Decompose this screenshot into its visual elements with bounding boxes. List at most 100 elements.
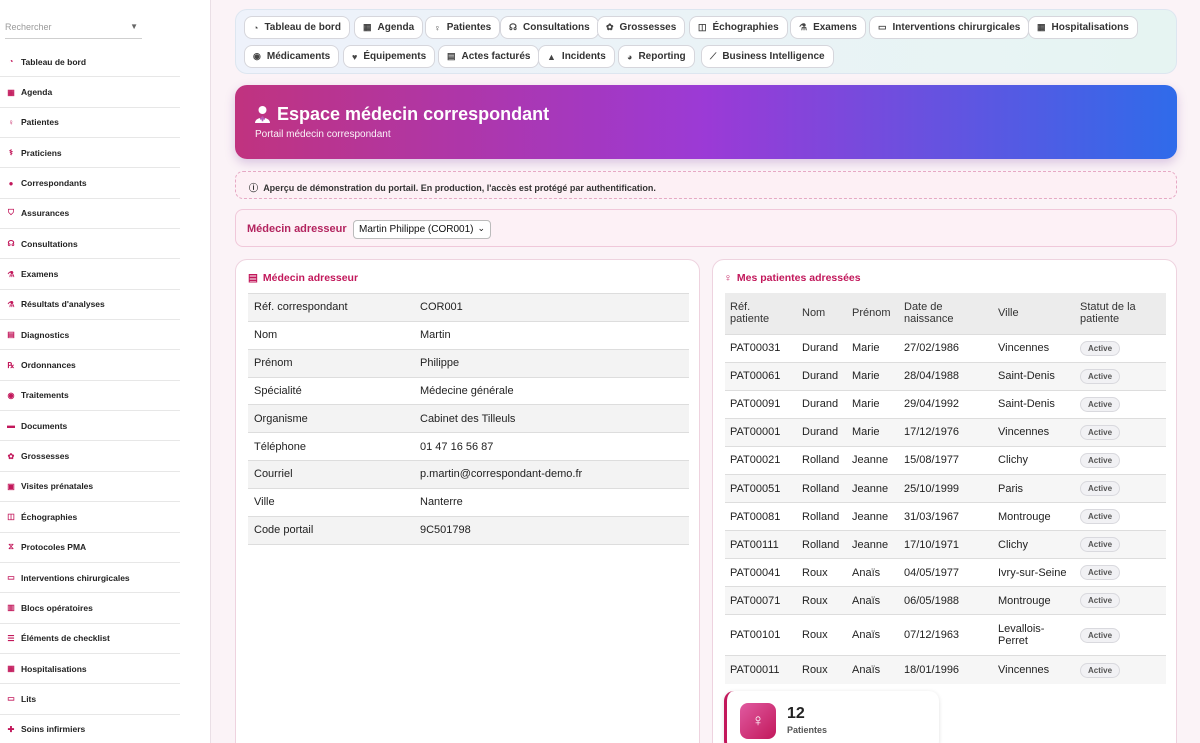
table-row: Code portail 9C501798 — [248, 516, 689, 545]
column-header[interactable]: Réf. patiente — [725, 293, 797, 334]
column-header[interactable]: Prénom — [847, 293, 899, 334]
bed-icon: ▭ — [878, 22, 887, 32]
patients-card-title: ♀ Mes patientes adressées — [724, 272, 861, 284]
table-row[interactable]: PAT00021 Rolland Jeanne 15/08/1977 Clichy Act… — [725, 445, 1166, 475]
baby-icon: ✿ — [7, 451, 15, 461]
table-row[interactable]: PAT00011 Roux Anaïs 18/01/1996 Vincennes Acti… — [725, 655, 1166, 685]
nav-button-10[interactable]: ♥ Équipements — [343, 45, 436, 68]
nav-button-3[interactable]: ☊ Consultations — [500, 16, 599, 39]
nav-button-9[interactable]: ◉ Médicaments — [244, 45, 340, 68]
cell-nom: Roux — [797, 558, 847, 587]
table-row[interactable]: PAT00101 Roux Anaïs 07/12/1963 Levallois-Per… — [725, 614, 1166, 656]
sidebar-item-label: Interventions chirurgicales — [21, 572, 130, 583]
cell-ville: Montrouge — [993, 586, 1075, 615]
nav-button-4[interactable]: ✿ Grossesses — [597, 16, 686, 39]
nav-button-14[interactable]: ⟋ Business Intelligence — [701, 45, 834, 68]
cell-ref: PAT00071 — [725, 586, 797, 615]
sidebar-item-16[interactable]: ⧖ Protocoles PMA — [0, 532, 180, 563]
nav-button-label: Examens — [813, 22, 857, 33]
table-row[interactable]: PAT00001 Durand Marie 17/12/1976 Vincennes Ac… — [725, 417, 1166, 447]
sidebar-search-select[interactable]: Rechercher ▼ — [5, 17, 142, 39]
doctor-select[interactable]: Martin Philippe (COR001) ⌄ — [353, 220, 491, 239]
table-row[interactable]: PAT00091 Durand Marie 29/04/1992 Saint-Denis… — [725, 389, 1166, 419]
sidebar-item-22[interactable]: ✚ Soins infirmiers — [0, 714, 180, 743]
nav-button-2[interactable]: ♀ Patientes — [425, 16, 501, 39]
detail-key: Réf. correspondant — [254, 301, 348, 314]
sidebar-item-21[interactable]: ▭ Lits — [0, 684, 180, 715]
sidebar-item-18[interactable]: ▥ Blocs opératoires — [0, 593, 180, 624]
sidebar-item-3[interactable]: ⚕ Praticiens — [0, 138, 180, 169]
sidebar-item-0[interactable]: ◔ Tableau de bord — [0, 47, 180, 78]
nav-button-0[interactable]: ◔ Tableau de bord — [244, 16, 350, 39]
column-header[interactable]: Date de naissance — [899, 293, 993, 334]
sidebar-item-19[interactable]: ☰ Éléments de checklist — [0, 623, 180, 654]
detail-key: Ville — [254, 496, 275, 509]
alert-text: Aperçu de démonstration du portail. En p… — [263, 183, 656, 193]
table-row[interactable]: PAT00111 Rolland Jeanne 17/10/1971 Clichy Act… — [725, 530, 1166, 559]
sidebar-item-12[interactable]: ▬ Documents — [0, 411, 180, 442]
doctor-card-title-text: Médecin adresseur — [262, 272, 359, 284]
doctor-selector-bar: Médecin adresseur Martin Philippe (COR00… — [235, 209, 1177, 247]
nav-button-8[interactable]: ▦ Hospitalisations — [1028, 16, 1138, 39]
sidebar-item-5[interactable]: ⛉ Assurances — [0, 198, 180, 230]
cell-prenom: Anaïs — [847, 614, 899, 656]
cell-nom: Durand — [797, 333, 847, 363]
sidebar-menu: ◔ Tableau de bord ▦ Agenda ♀ Patientes ⚕ Pratic… — [0, 47, 180, 743]
sidebar-item-4[interactable]: ● Correspondants — [0, 168, 180, 199]
sidebar-item-label: Visites prénatales — [21, 481, 94, 492]
cell-ref: PAT00031 — [725, 333, 797, 363]
nav-button-1[interactable]: ▦ Agenda — [354, 16, 424, 39]
sidebar-item-13[interactable]: ✿ Grossesses — [0, 441, 180, 472]
sidebar-item-2[interactable]: ♀ Patientes — [0, 107, 180, 139]
table-row[interactable]: PAT00041 Roux Anaïs 04/05/1977 Ivry-sur-Sein… — [725, 558, 1166, 587]
sidebar-item-20[interactable]: ▦ Hospitalisations — [0, 653, 180, 685]
nav-button-7[interactable]: ▭ Interventions chirurgicales — [869, 16, 1030, 39]
sidebar-item-10[interactable]: ℞ Ordonnances — [0, 350, 180, 381]
table-row: Réf. correspondant COR001 — [248, 293, 689, 322]
status-badge: Active — [1080, 424, 1121, 440]
sidebar-item-label: Blocs opératoires — [21, 602, 93, 613]
sidebar-item-label: Correspondants — [21, 178, 87, 189]
sidebar-item-15[interactable]: ◫ Échographies — [0, 502, 180, 533]
cell-ville: Vincennes — [993, 655, 1075, 685]
nav-button-label: Tableau de bord — [264, 22, 341, 33]
hospital-user-icon: ▦ — [1037, 22, 1046, 32]
clipboard-icon: ▣ — [7, 481, 15, 491]
nav-button-label: Incidents — [561, 51, 606, 62]
sidebar-item-8[interactable]: ⚗ Résultats d'analyses — [0, 289, 180, 321]
sidebar-item-1[interactable]: ▦ Agenda — [0, 77, 180, 108]
column-header[interactable]: Nom — [797, 293, 847, 334]
column-header[interactable]: Statut de la patiente — [1075, 293, 1166, 334]
chevron-down-icon: ⌄ — [477, 223, 485, 233]
table-row[interactable]: PAT00051 Rolland Jeanne 25/10/1999 Paris Acti… — [725, 473, 1166, 503]
sidebar-item-9[interactable]: ▤ Diagnostics — [0, 320, 180, 351]
hospital-user-icon: ▦ — [7, 664, 15, 674]
nav-button-5[interactable]: ◫ Échographies — [689, 16, 788, 39]
table-row[interactable]: PAT00081 Rolland Jeanne 31/03/1967 Montrouge… — [725, 502, 1166, 531]
table-row[interactable]: PAT00071 Roux Anaïs 06/05/1988 Montrouge Acti… — [725, 586, 1166, 615]
nav-button-13[interactable]: ◕ Reporting — [618, 45, 695, 68]
table-row[interactable]: PAT00031 Durand Marie 27/02/1986 Vincennes Ac… — [725, 333, 1166, 363]
sidebar-item-6[interactable]: ☊ Consultations — [0, 229, 180, 260]
sidebar-item-17[interactable]: ▭ Interventions chirurgicales — [0, 562, 180, 594]
sidebar-item-7[interactable]: ⚗ Examens — [0, 259, 180, 290]
pills-icon: ◉ — [7, 390, 15, 400]
cell-ref: PAT00051 — [725, 473, 797, 503]
sidebar-item-label: Résultats d'analyses — [21, 299, 105, 310]
column-header[interactable]: Ville — [993, 293, 1075, 334]
table-row: Téléphone 01 47 16 56 87 — [248, 432, 689, 461]
nav-button-6[interactable]: ⚗ Examens — [790, 16, 866, 39]
sidebar-item-label: Consultations — [21, 238, 78, 249]
table-row[interactable]: PAT00061 Durand Marie 28/04/1988 Saint-Denis… — [725, 361, 1166, 391]
nav-button-label: Équipements — [363, 51, 427, 62]
dna-icon: ⧖ — [8, 542, 14, 552]
sidebar-item-14[interactable]: ▣ Visites prénatales — [0, 471, 180, 503]
cell-naissance: 17/12/1976 — [899, 417, 993, 447]
detail-value: Médecine générale — [420, 384, 514, 397]
nav-button-12[interactable]: ▲ Incidents — [538, 45, 615, 68]
sidebar-item-11[interactable]: ◉ Traitements — [0, 380, 180, 412]
ultrasound-icon: ◫ — [7, 512, 15, 522]
status-badge: Active — [1080, 627, 1121, 643]
nav-button-11[interactable]: ▤ Actes facturés — [438, 45, 540, 68]
cell-naissance: 04/05/1977 — [899, 558, 993, 587]
